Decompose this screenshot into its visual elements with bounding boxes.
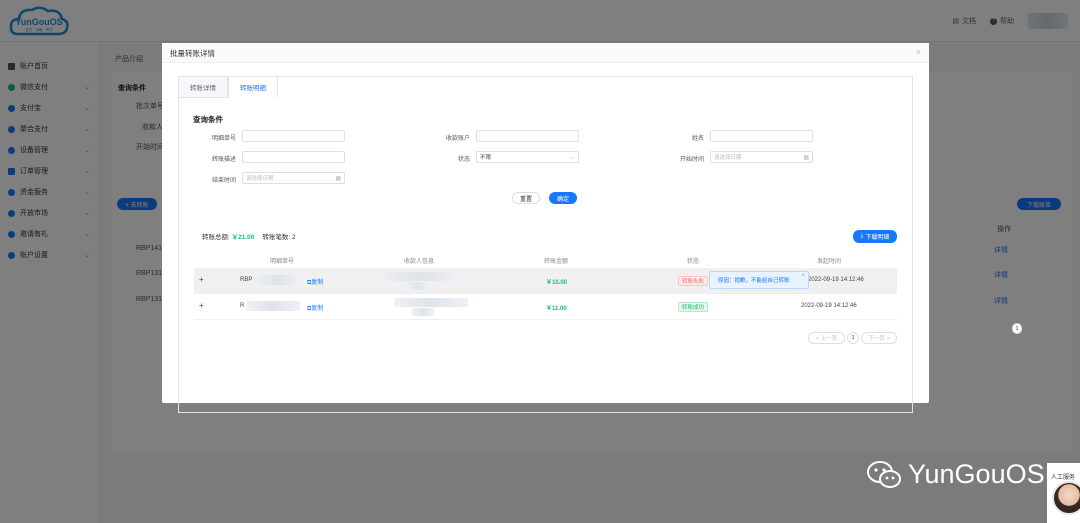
close-icon[interactable]: × (916, 47, 921, 57)
desc-input[interactable] (242, 151, 345, 163)
payee-account-label: 收款账户 (445, 136, 470, 142)
calendar-icon: ▦ (335, 175, 341, 182)
end-time-input[interactable]: 请选择日期 ▦ (242, 172, 345, 184)
status-label: 状态 (457, 157, 470, 163)
created-time: 2022-09-19 14:12:46 (808, 277, 864, 283)
transfer-amount: ￥10.00 (546, 280, 568, 286)
payee-info-redacted (394, 298, 468, 307)
expand-icon[interactable]: + (199, 301, 204, 310)
download-detail-button[interactable]: ⤓ 下载明细 (853, 230, 897, 243)
watermark-text: YunGouOS (908, 459, 1045, 489)
detail-no-input[interactable] (242, 130, 345, 142)
batch-transfer-modal: 批量转账详情 × 转账详情 转账明细 查询条件 明细单号 收款账户 姓名 转账描… (162, 43, 929, 413)
detail-no: R (240, 303, 245, 309)
prev-page-button[interactable]: < 上一页 (808, 332, 845, 344)
failure-reason-tooltip: 原因：抱歉，不能给自己转账 × (709, 271, 809, 289)
payee-info-redacted (376, 272, 462, 281)
col-header-time: 发起时间 (817, 259, 842, 265)
start-time-label: 开始时间 (679, 157, 704, 163)
col-header-payee: 收款人信息 (404, 259, 435, 265)
status-value: 不限 (480, 155, 492, 161)
start-time-input[interactable]: 请选择日期 ▦ (710, 151, 813, 163)
total-count: 转账笔数: 2 (262, 234, 296, 241)
detail-no-label: 明细单号 (211, 136, 236, 142)
detail-no: RBP (240, 277, 253, 283)
close-icon[interactable]: × (801, 273, 805, 279)
calendar-icon: ▦ (803, 154, 809, 161)
transfer-amount: ￥11.00 (546, 306, 567, 312)
download-icon: ⤓ (860, 233, 864, 239)
created-time: 2022-09-19 14:12:46 (801, 303, 857, 309)
detail-no-redacted (246, 301, 300, 311)
col-header-amount: 转账金额 (544, 259, 569, 265)
tab-transfer-detail[interactable]: 转账详情 (178, 76, 228, 98)
total-amount: 转账总额: ￥21.00 (202, 234, 255, 241)
name-label: 姓名 (691, 136, 704, 142)
expand-icon[interactable]: + (199, 275, 204, 284)
table-row: + R ⧉复制 ￥11.00 转账成功 2022-09-19 14:12:46 (194, 294, 897, 320)
tab-transfer-items[interactable]: 转账明细 (228, 76, 278, 98)
next-page-button[interactable]: 下一页 > (861, 332, 897, 344)
detail-no-redacted (252, 275, 302, 285)
filter-title: 查询条件 (193, 115, 223, 124)
end-time-placeholder: 请选择日期 (246, 176, 274, 182)
payee-info-redacted (406, 282, 430, 290)
tab-panel (178, 76, 913, 413)
customer-service-avatar (1052, 481, 1080, 515)
status-badge: 转账失败 (678, 276, 709, 286)
watermark: YunGouOS (866, 459, 1045, 490)
status-badge: 转账成功 (678, 302, 709, 312)
wechat-icon (867, 460, 901, 488)
start-time-placeholder: 请选择日期 (714, 155, 742, 161)
col-header-status: 状态 (687, 259, 700, 265)
bg-page-number: 1 (1012, 323, 1022, 334)
modal-header: 批量转账详情 × (162, 43, 929, 63)
col-header-detail-no: 明细单号 (270, 259, 295, 265)
customer-service-widget[interactable]: 人工服务 (1047, 463, 1080, 523)
chevron-down-icon: ⌄ (569, 154, 575, 161)
end-time-label: 结束时间 (211, 178, 236, 184)
transfer-summary: 转账总额: ￥21.00 转账笔数: 2 (202, 231, 296, 241)
status-select[interactable]: 不限 ⌄ (476, 151, 579, 163)
page-number[interactable]: 1 (847, 332, 859, 344)
payee-account-input[interactable] (476, 130, 579, 142)
desc-label: 转账描述 (211, 157, 236, 163)
copy-link[interactable]: ⧉复制 (307, 303, 323, 313)
name-input[interactable] (710, 130, 813, 142)
payee-info-redacted (412, 308, 434, 316)
reset-button[interactable]: 重置 (512, 192, 540, 204)
copy-link[interactable]: ⧉复制 (307, 277, 323, 287)
customer-service-label: 人工服务 (1051, 475, 1076, 481)
tooltip-text: 原因：抱歉，不能给自己转账 (718, 278, 790, 284)
confirm-button[interactable]: 确定 (549, 192, 577, 204)
modal-title: 批量转账详情 (170, 49, 215, 58)
